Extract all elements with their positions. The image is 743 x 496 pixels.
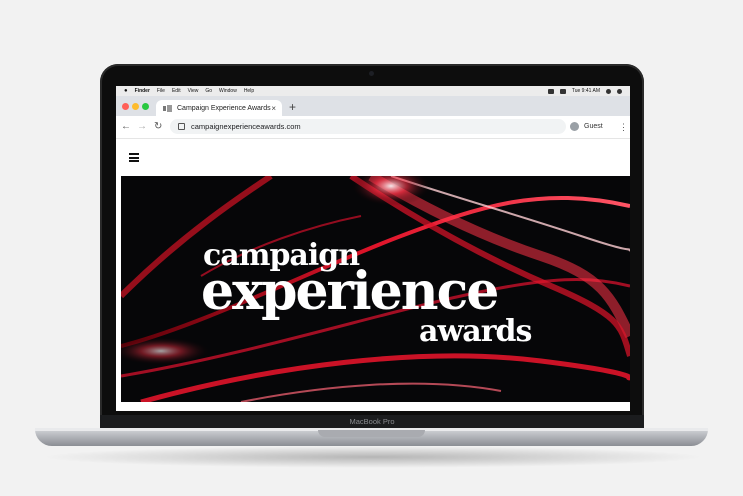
logo-awards: awards — [419, 314, 532, 349]
profile-button[interactable]: Guest — [570, 119, 614, 134]
hamburger-icon[interactable] — [129, 153, 139, 162]
profile-label: Guest — [584, 123, 603, 130]
menu-go[interactable]: Go — [205, 88, 212, 94]
lock-icon[interactable] — [178, 123, 185, 130]
close-tab-icon[interactable]: × — [271, 104, 276, 113]
browser-tabstrip: Campaign Experience Awards × + — [116, 96, 630, 116]
site-favicon-icon — [163, 104, 172, 112]
laptop-screen: ● Finder File Edit View Go Window Help T… — [116, 86, 630, 411]
close-window-button[interactable] — [122, 103, 129, 110]
apple-icon[interactable]: ● — [124, 88, 128, 94]
menu-help[interactable]: Help — [244, 88, 254, 94]
menubar-clock[interactable]: Tue 9:41 AM — [572, 88, 600, 94]
menu-edit[interactable]: Edit — [172, 88, 181, 94]
battery-icon[interactable] — [559, 88, 566, 94]
search-icon[interactable] — [606, 88, 611, 94]
minimize-window-button[interactable] — [132, 103, 139, 110]
menu-view[interactable]: View — [188, 88, 199, 94]
menu-window[interactable]: Window — [219, 88, 237, 94]
browser-toolbar: ← → ↻ campaignexperienceawards.com Guest… — [116, 116, 630, 139]
mac-menubar: ● Finder File Edit View Go Window Help T… — [116, 86, 630, 96]
hero-banner: campaign experience awards — [121, 176, 630, 402]
site-header — [116, 139, 630, 175]
address-url[interactable]: campaignexperienceawards.com — [191, 122, 301, 131]
laptop-shadow — [40, 446, 706, 468]
menu-finder[interactable]: Finder — [135, 88, 150, 94]
webcam — [369, 71, 374, 76]
address-bar[interactable]: campaignexperienceawards.com — [170, 119, 566, 134]
laptop-opening-notch — [318, 430, 425, 437]
laptop-bezel-brand: MacBook Pro — [100, 415, 644, 428]
logo-experience: experience — [201, 261, 499, 322]
back-button[interactable]: ← — [121, 120, 131, 134]
browser-menu-icon[interactable]: ⋮ — [619, 120, 628, 134]
zoom-window-button[interactable] — [142, 103, 149, 110]
tab-campaign-experience-awards[interactable]: Campaign Experience Awards × — [156, 100, 282, 116]
menubar-status: Tue 9:41 AM — [547, 88, 622, 94]
page-content-strip — [116, 402, 630, 411]
wifi-icon[interactable] — [547, 88, 554, 94]
siri-icon[interactable] — [617, 88, 622, 94]
tab-title: Campaign Experience Awards — [177, 104, 271, 112]
menu-file[interactable]: File — [157, 88, 165, 94]
new-tab-button[interactable]: + — [289, 100, 296, 114]
forward-button[interactable]: → — [137, 120, 147, 134]
reload-button[interactable]: ↻ — [154, 120, 162, 134]
guest-avatar-icon — [570, 122, 579, 131]
